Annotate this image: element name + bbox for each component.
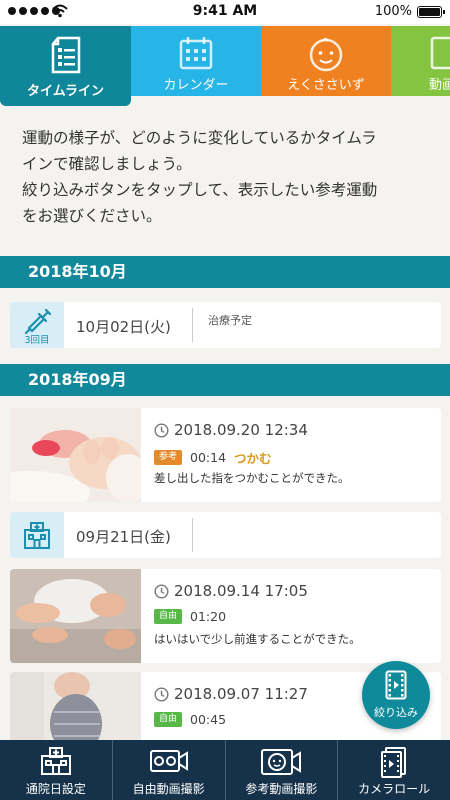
tab-calendar-label: カレンダー bbox=[163, 78, 229, 93]
nav-camera-roll[interactable]: カメラロール bbox=[338, 740, 450, 800]
event-date: 10月02日(火) bbox=[76, 318, 171, 336]
filter-button[interactable]: 絞り込み bbox=[362, 661, 430, 729]
tab-video-label: 動画 bbox=[429, 78, 450, 93]
video-datetime: 2018.09.14 17:05 bbox=[154, 582, 308, 600]
motion-label: つかむ bbox=[234, 451, 272, 466]
filter-button-label: 絞り込み bbox=[374, 706, 418, 719]
event-card-treatment[interactable]: 3回目 10月02日(火) 治療予定 bbox=[10, 302, 441, 348]
event-card-hospital[interactable]: 09月21日(金) bbox=[10, 512, 441, 558]
nav-reference-video[interactable]: 参考動画撮影 bbox=[226, 740, 339, 800]
free-badge: 自由 bbox=[154, 609, 183, 624]
nav-label: 参考動画撮影 bbox=[245, 782, 318, 796]
video-card[interactable]: 2018.09.14 17:05 自由 01:20 はいはいで少し前進することが… bbox=[10, 569, 441, 663]
video-description: はいはいで少し前進することができた。 bbox=[154, 632, 361, 646]
video-card[interactable]: 2018.09.20 12:34 参考 00:14 つかむ 差し出した指をつかむ… bbox=[10, 408, 441, 502]
event-note: 治療予定 bbox=[208, 314, 252, 327]
battery-icon bbox=[417, 6, 445, 18]
nav-label: 自由動画撮影 bbox=[132, 782, 205, 796]
top-tabs: タイムライン カレンダー えくささいず 動画 bbox=[0, 26, 450, 108]
duration: 00:14 bbox=[190, 450, 227, 465]
bottom-nav: 通院日設定 自由動画撮影 参考動画撮影 カメラロール bbox=[0, 740, 450, 800]
tab-timeline-label: タイムライン bbox=[26, 84, 105, 99]
tab-video[interactable]: 動画 bbox=[391, 26, 450, 96]
calendar-icon bbox=[179, 37, 213, 70]
intro-line: インで確認しましょう。 bbox=[22, 155, 192, 173]
tab-timeline[interactable]: タイムライン bbox=[0, 26, 131, 106]
month-header: 2018年10月 bbox=[0, 256, 450, 288]
duration: 01:20 bbox=[190, 609, 227, 624]
syringe-icon bbox=[24, 308, 51, 334]
event-icon-box: 3回目 bbox=[10, 302, 64, 348]
video-thumbnail bbox=[10, 408, 141, 502]
free-badge: 自由 bbox=[154, 712, 183, 727]
clock-icon bbox=[154, 422, 169, 438]
divider bbox=[192, 308, 193, 342]
status-bar: 9:41 AM 100% bbox=[0, 0, 450, 24]
film-filter-icon bbox=[385, 670, 407, 700]
video-description: 差し出した指をつかむことができた。 bbox=[154, 471, 350, 485]
nav-hospital-date[interactable]: 通院日設定 bbox=[0, 740, 113, 800]
video-icon bbox=[430, 36, 450, 70]
dose-count: 3回目 bbox=[24, 335, 50, 346]
reference-camera-icon bbox=[261, 749, 302, 775]
hospital-icon bbox=[24, 522, 50, 549]
tab-ekusaizu-label: えくささいず bbox=[287, 78, 365, 93]
datetime-text: 2018.09.20 12:34 bbox=[174, 421, 308, 439]
video-camera-icon bbox=[149, 750, 188, 772]
hospital-calendar-icon bbox=[40, 747, 71, 775]
video-meta: 参考 00:14 つかむ bbox=[154, 448, 272, 467]
datetime-text: 2018.09.07 11:27 bbox=[174, 685, 308, 703]
video-thumbnail bbox=[10, 569, 141, 663]
clock-icon bbox=[154, 686, 169, 702]
tab-ekusaizu[interactable]: えくささいず bbox=[261, 26, 391, 96]
video-datetime: 2018.09.20 12:34 bbox=[154, 421, 308, 439]
nav-label: カメラロール bbox=[358, 782, 431, 796]
video-meta: 自由 01:20 bbox=[154, 609, 226, 624]
tab-calendar[interactable]: カレンダー bbox=[131, 26, 261, 96]
baby-face-icon bbox=[309, 38, 343, 72]
nav-label: 通院日設定 bbox=[25, 782, 86, 796]
reference-badge: 参考 bbox=[154, 450, 183, 465]
intro-text: 運動の様子が、どのように変化しているかタイムラ インで確認しましょう。 絞り込み… bbox=[22, 126, 432, 230]
datetime-text: 2018.09.14 17:05 bbox=[174, 582, 308, 600]
film-roll-icon bbox=[381, 747, 407, 778]
event-icon-box bbox=[10, 512, 64, 558]
intro-line: 運動の様子が、どのように変化しているかタイムラ bbox=[22, 129, 377, 147]
list-document-icon bbox=[51, 36, 80, 74]
nav-free-video[interactable]: 自由動画撮影 bbox=[113, 740, 226, 800]
month-header: 2018年09月 bbox=[0, 364, 450, 396]
duration: 00:45 bbox=[190, 712, 227, 727]
intro-line: をお選びください。 bbox=[22, 207, 162, 225]
battery-percent: 100% bbox=[374, 4, 412, 19]
clock-icon bbox=[154, 583, 169, 599]
divider bbox=[192, 518, 193, 552]
video-datetime: 2018.09.07 11:27 bbox=[154, 685, 308, 703]
event-date: 09月21日(金) bbox=[76, 528, 171, 546]
intro-line: 絞り込みボタンをタップして、表示したい参考運動 bbox=[22, 181, 378, 199]
video-meta: 自由 00:45 bbox=[154, 712, 226, 727]
